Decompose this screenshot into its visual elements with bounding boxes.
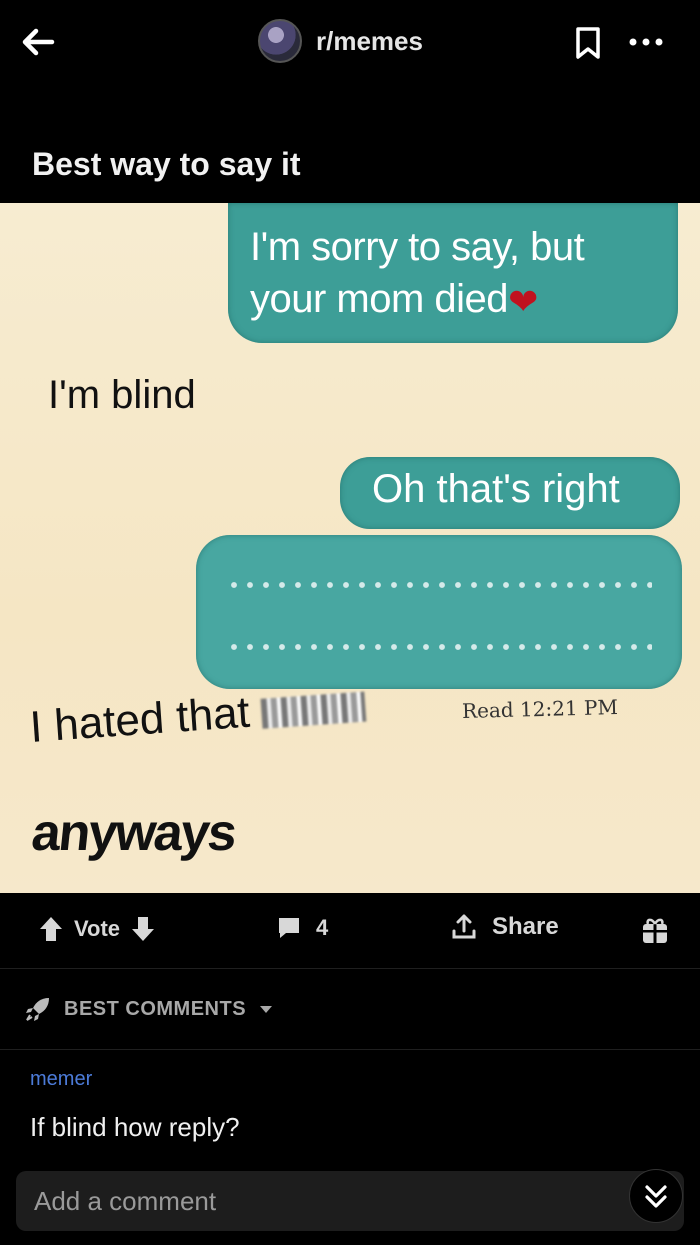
comments-button[interactable]: 4: [276, 915, 328, 941]
bubble-text-line2: your mom died: [250, 277, 509, 321]
message-bubble-incoming: I'm sorry to say, but your mom died❤: [228, 203, 678, 343]
comments-count: 4: [316, 915, 329, 940]
comment-text: If blind how reply?: [30, 1112, 240, 1142]
post-title: Best way to say it: [32, 146, 301, 182]
rocket-icon: [26, 998, 49, 1021]
comment-sort-dropdown[interactable]: BEST COMMENTS: [24, 995, 274, 1023]
sort-label: BEST COMMENTS: [64, 997, 247, 1020]
reply-text-prefix: I hated that: [28, 687, 252, 752]
post-action-bar: Vote 4 Share: [0, 893, 700, 969]
downvote-arrow-icon[interactable]: [130, 915, 156, 943]
message-bubble-correction: Oh that's right: [340, 457, 680, 529]
back-arrow-icon[interactable]: [18, 22, 58, 62]
share-label: Share: [492, 913, 559, 940]
divider: [0, 1049, 700, 1050]
user-flair: memer: [30, 1068, 93, 1090]
bubble-text-correction: Oh that's right: [372, 467, 620, 511]
bookmark-icon[interactable]: [572, 26, 604, 60]
reply-text-hated: I hated that: [28, 680, 367, 753]
more-dots-icon[interactable]: [626, 28, 666, 56]
subreddit-name: r/memes: [316, 25, 423, 56]
heart-icon: ❤: [508, 281, 538, 322]
reply-text-blind: I'm blind: [48, 373, 196, 417]
top-bar: r/memes: [0, 0, 700, 84]
comment-bubble-icon: [279, 918, 299, 938]
comment-meta: memer: [30, 1068, 92, 1092]
upvote-arrow-icon[interactable]: [38, 915, 64, 943]
reply-text-anyways: anyways: [28, 804, 238, 862]
bubble-text-line1: I'm sorry to say, but: [250, 225, 585, 269]
message-bubble-braille: [196, 535, 682, 689]
subreddit-link[interactable]: r/memes: [258, 19, 423, 63]
meme-image[interactable]: I'm sorry to say, but your mom died❤ I'm…: [0, 203, 700, 893]
divider: [0, 968, 700, 969]
award-gift-icon[interactable]: [640, 915, 670, 945]
add-comment-input[interactable]: [32, 1184, 596, 1218]
chevron-down-icon: [260, 1006, 273, 1013]
braille-dots-row: [226, 639, 652, 655]
share-icon: [452, 914, 476, 939]
braille-dots-row: [226, 577, 652, 593]
vote-control: Vote: [38, 915, 156, 943]
scroll-down-double-chevron-icon[interactable]: [629, 1169, 683, 1223]
subreddit-avatar: [258, 19, 302, 63]
read-receipt: Read 12:21 PM: [461, 694, 619, 724]
censored-word-blur: [260, 691, 367, 730]
share-button[interactable]: Share: [450, 913, 559, 941]
vote-label: Vote: [74, 916, 121, 941]
comment-composer[interactable]: [16, 1171, 684, 1231]
